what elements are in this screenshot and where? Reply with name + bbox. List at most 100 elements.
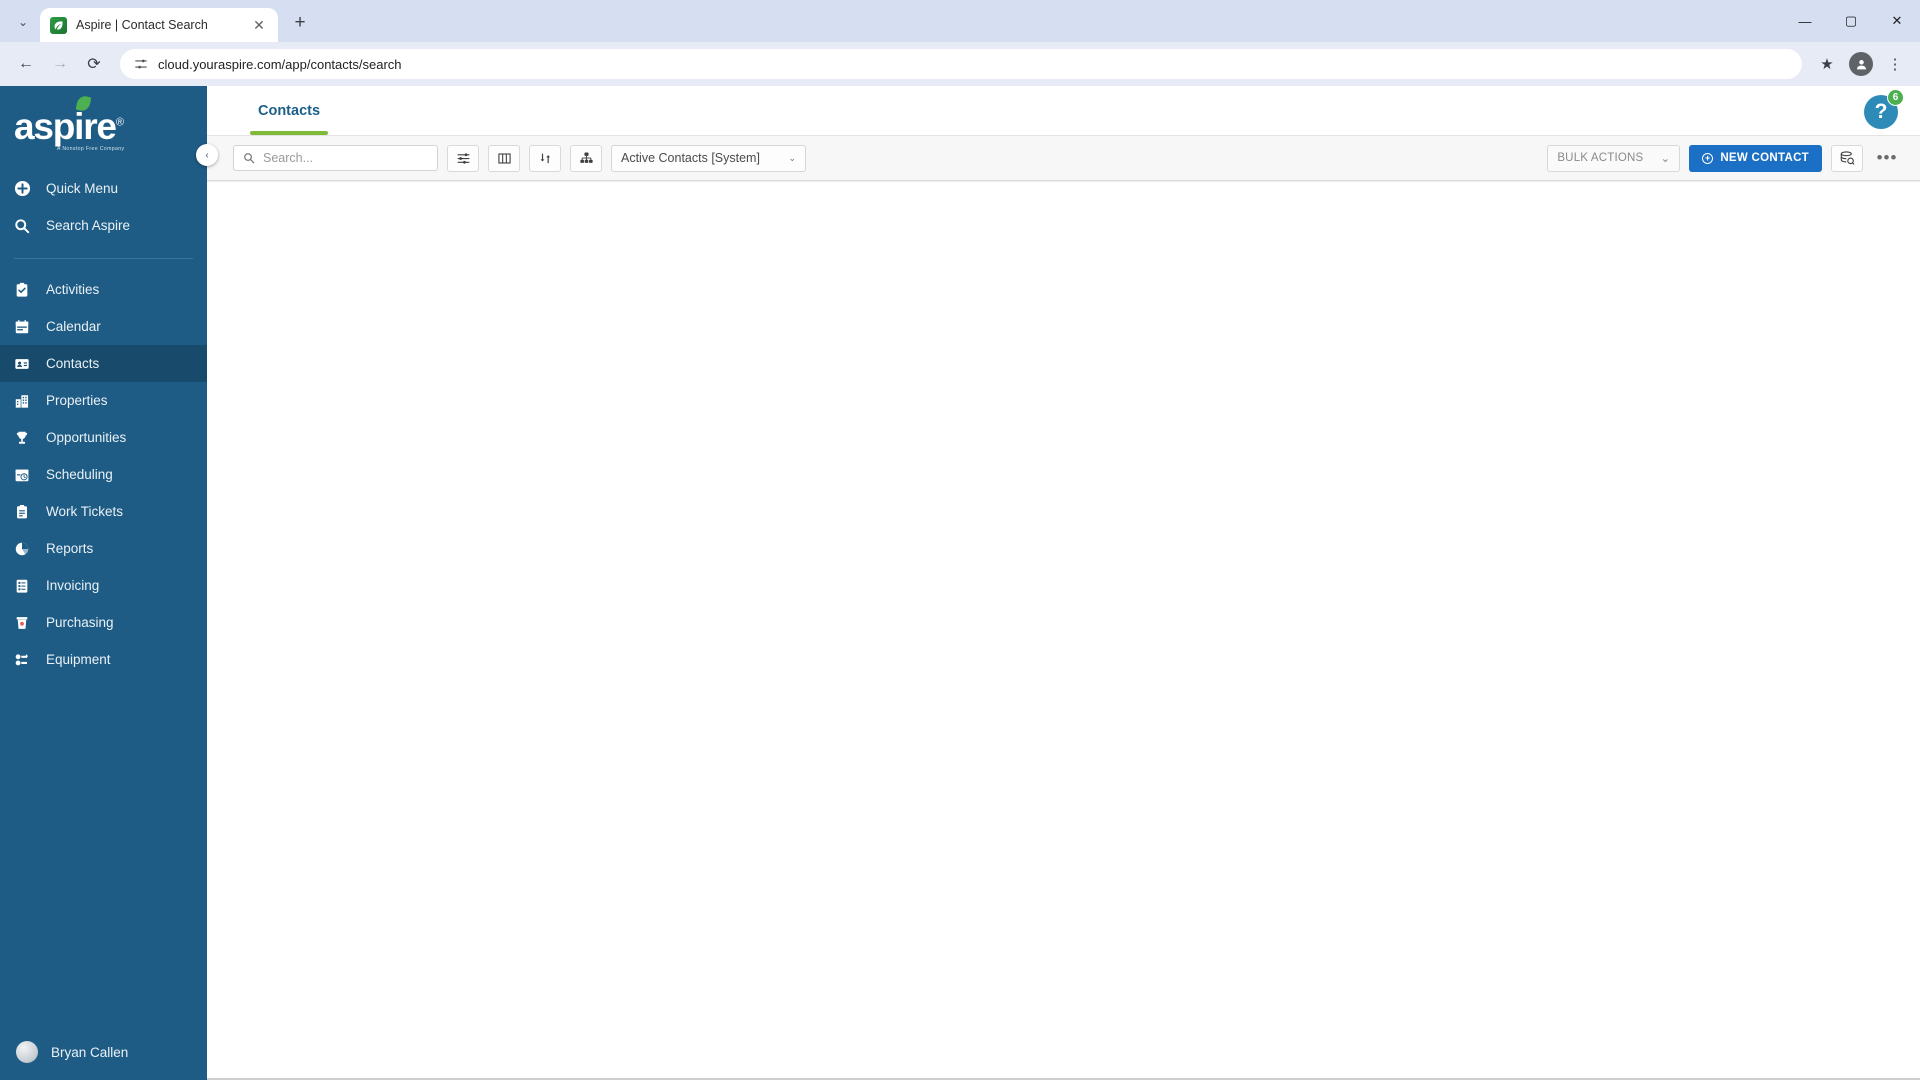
sidebar-item-reports[interactable]: Reports <box>0 530 207 567</box>
chevron-down-icon: ⌄ <box>1660 153 1671 165</box>
bulk-actions-button[interactable]: BULK ACTIONS ⌄ <box>1547 144 1681 172</box>
sidebar-item-label: Scheduling <box>46 467 113 482</box>
sidebar-main-nav: Activities Calendar Contacts Properties … <box>0 271 207 678</box>
clipboard-check-icon <box>14 282 46 298</box>
sidebar-item-search-aspire[interactable]: Search Aspire <box>0 207 207 244</box>
overflow-menu-button[interactable]: ••• <box>1872 145 1902 172</box>
page-viewport: aspire® A Nonstop Free Company Quick Men… <box>0 86 1920 1080</box>
search-icon <box>243 152 255 164</box>
maximize-button[interactable]: ▢ <box>1828 0 1874 42</box>
bulk-actions-label: BULK ACTIONS <box>1557 152 1644 164</box>
sidebar-user-profile[interactable]: Bryan Callen <box>0 1024 207 1080</box>
address-bar[interactable]: cloud.youraspire.com/app/contacts/search <box>120 49 1802 79</box>
sidebar-item-label: Work Tickets <box>46 504 124 519</box>
sidebar-item-label: Calendar <box>46 319 101 334</box>
tab-title: Aspire | Contact Search <box>76 18 208 32</box>
sidebar-item-equipment[interactable]: Equipment <box>0 641 207 678</box>
purchase-cart-icon <box>14 615 46 631</box>
browser-menu-button[interactable]: ⋮ <box>1880 49 1910 79</box>
sidebar-item-calendar[interactable]: Calendar <box>0 308 207 345</box>
save-view-icon[interactable] <box>1831 144 1863 172</box>
sidebar-item-activities[interactable]: Activities <box>0 271 207 308</box>
new-contact-label: NEW CONTACT <box>1720 152 1809 164</box>
grid-top-rule <box>207 181 1920 182</box>
profile-avatar <box>1849 52 1873 76</box>
saved-view-select[interactable]: Active Contacts [System] ⌄ <box>611 144 806 172</box>
close-icon[interactable]: ✕ <box>250 17 268 34</box>
group-hierarchy-icon[interactable] <box>570 144 602 172</box>
sidebar-collapse-button[interactable]: ‹ <box>196 144 218 166</box>
browser-actions: ★ ⋮ <box>1812 49 1910 79</box>
contacts-grid-empty <box>207 181 1920 1078</box>
close-window-button[interactable]: ✕ <box>1874 0 1920 42</box>
tune-icon[interactable] <box>134 57 148 71</box>
chevron-down-icon: ⌄ <box>788 152 796 163</box>
help-notification-badge: 6 <box>1887 89 1904 106</box>
registered-mark: ® <box>115 116 124 129</box>
columns-icon[interactable] <box>488 144 520 172</box>
window-controls: — ▢ ✕ <box>1782 0 1920 42</box>
sidebar-item-label: Search Aspire <box>46 218 131 233</box>
sidebar-item-scheduling[interactable]: Scheduling <box>0 456 207 493</box>
sidebar-item-label: Properties <box>46 393 108 408</box>
sidebar-item-work-tickets[interactable]: Work Tickets <box>0 493 207 530</box>
browser-window: ⌄ Aspire | Contact Search ✕ + — ▢ ✕ ← → … <box>0 0 1920 1080</box>
calendar-clock-icon <box>14 467 46 483</box>
sidebar-item-properties[interactable]: Properties <box>0 382 207 419</box>
sidebar-item-contacts[interactable]: Contacts <box>0 345 207 382</box>
contact-card-icon <box>14 356 46 372</box>
saved-view-value: Active Contacts [System] <box>621 151 760 165</box>
address-bar-url: cloud.youraspire.com/app/contacts/search <box>158 56 402 72</box>
sidebar-item-label: Contacts <box>46 356 100 371</box>
forward-button: → <box>52 55 68 72</box>
new-tab-button[interactable]: + <box>284 7 316 39</box>
browser-tabstrip: ⌄ Aspire | Contact Search ✕ + — ▢ ✕ <box>0 0 1920 42</box>
pie-chart-icon <box>14 541 46 557</box>
sidebar-item-invoicing[interactable]: Invoicing <box>0 567 207 604</box>
app-sidebar: aspire® A Nonstop Free Company Quick Men… <box>0 86 218 1080</box>
sidebar-top-nav: Quick Menu Search Aspire <box>0 170 207 244</box>
equipment-icon <box>14 652 46 668</box>
sidebar-item-opportunities[interactable]: Opportunities <box>0 419 207 456</box>
search-input[interactable] <box>263 151 428 165</box>
user-avatar <box>16 1041 38 1063</box>
tab-contacts[interactable]: Contacts <box>242 86 336 135</box>
aspire-logo[interactable]: aspire® A Nonstop Free Company <box>0 86 207 170</box>
search-input-wrapper[interactable] <box>233 145 438 171</box>
back-button[interactable]: ← <box>10 48 42 80</box>
reload-button[interactable]: ⟳ <box>78 48 110 80</box>
profile-button[interactable] <box>1846 49 1876 79</box>
tab-list-caret-icon[interactable]: ⌄ <box>6 6 40 38</box>
aspire-leaf-favicon <box>50 16 67 34</box>
sidebar-item-label: Reports <box>46 541 94 556</box>
sidebar-divider <box>14 258 193 259</box>
bookmark-star-icon[interactable]: ★ <box>1812 49 1842 79</box>
sidebar-item-purchasing[interactable]: Purchasing <box>0 604 207 641</box>
clipboard-icon <box>14 504 46 520</box>
filter-settings-icon[interactable] <box>447 144 479 172</box>
trophy-icon <box>14 430 46 446</box>
sort-icon[interactable] <box>529 144 561 172</box>
browser-tab[interactable]: Aspire | Contact Search ✕ <box>40 8 278 42</box>
sidebar-item-label: Opportunities <box>46 430 127 445</box>
plus-icon: + <box>1702 152 1714 164</box>
building-icon <box>14 393 46 409</box>
plus-circle-icon <box>14 180 46 197</box>
calendar-icon <box>14 319 46 335</box>
sidebar-item-label: Invoicing <box>46 578 100 593</box>
user-name: Bryan Callen <box>51 1044 129 1060</box>
sidebar-item-label: Activities <box>46 282 100 297</box>
contacts-toolbar: Active Contacts [System] ⌄ BULK ACTIONS … <box>207 135 1920 181</box>
logo-text: aspire <box>14 106 117 147</box>
minimize-button[interactable]: — <box>1782 0 1828 42</box>
browser-toolbar: ← → ⟳ cloud.youraspire.com/app/contacts/… <box>0 42 1920 86</box>
search-icon <box>14 218 46 234</box>
sidebar-item-label: Equipment <box>46 652 111 667</box>
app-tabbar: Contacts ? 6 <box>207 86 1920 135</box>
sidebar-item-quick-menu[interactable]: Quick Menu <box>0 170 207 207</box>
invoice-icon <box>14 578 46 594</box>
main-content: Contacts ? 6 Search... Active Contacts [… <box>207 86 1920 1080</box>
new-contact-button[interactable]: + NEW CONTACT <box>1689 144 1822 172</box>
sidebar-item-label: Quick Menu <box>46 181 119 196</box>
